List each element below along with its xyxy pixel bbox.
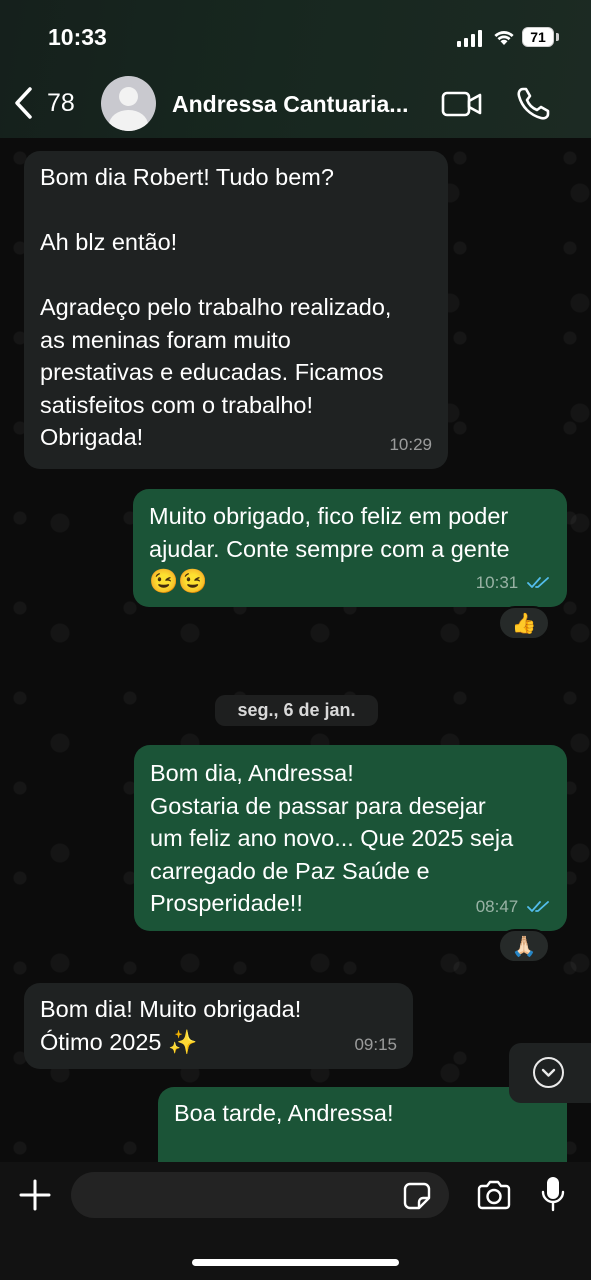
contact-name[interactable]: Andressa Cantuaria... [172, 91, 408, 118]
scroll-circle [533, 1057, 564, 1088]
microphone-icon[interactable] [541, 1175, 565, 1213]
battery-level: 71 [530, 29, 546, 45]
phone-call-icon[interactable] [515, 86, 551, 122]
message-bubble-outgoing[interactable]: Bom dia, Andressa! Gostaria de passar pa… [134, 745, 567, 931]
scroll-to-bottom-button[interactable] [509, 1043, 591, 1103]
message-text: Bom dia Robert! Tudo bem? Ah blz então! … [40, 164, 392, 450]
message-text: Bom dia! Muito obrigada! Ótimo 2025 ✨ [40, 996, 302, 1055]
message-bubble-incoming[interactable]: Bom dia Robert! Tudo bem? Ah blz então! … [24, 151, 448, 469]
date-separator: seg., 6 de jan. [215, 695, 378, 726]
reaction-badge[interactable]: 👍 [498, 606, 550, 640]
message-time-row: 08:47 [476, 891, 551, 924]
cellular-signal-icon [457, 30, 483, 47]
avatar-shoulders [109, 110, 148, 131]
message-bubble-incoming[interactable]: Bom dia! Muito obrigada! Ótimo 2025 ✨ 09… [24, 983, 413, 1069]
plus-icon[interactable] [17, 1177, 53, 1213]
reaction-badge[interactable]: 🙏🏻 [498, 929, 550, 963]
chevron-down-icon [541, 1068, 556, 1077]
message-input[interactable] [71, 1172, 449, 1218]
message-time-row: 10:31 [476, 567, 551, 600]
chat-header: 10:33 71 78 Andressa Cantuaria... [0, 0, 591, 138]
back-chevron-icon[interactable] [12, 86, 34, 120]
camera-icon[interactable] [476, 1180, 512, 1210]
avatar-head [119, 87, 138, 106]
message-bubble-outgoing[interactable]: Muito obrigado, fico feliz em poder ajud… [133, 489, 567, 607]
home-indicator [192, 1259, 399, 1266]
status-bar: 10:33 71 [0, 0, 591, 70]
video-call-icon[interactable] [441, 90, 483, 118]
message-time: 10:31 [475, 572, 519, 592]
contact-avatar[interactable] [101, 76, 156, 131]
message-text: Boa tarde, Andressa! [174, 1100, 394, 1126]
battery-icon: 71 [522, 27, 554, 47]
message-time: 10:29 [389, 434, 432, 454]
message-time: 09:15 [354, 1034, 397, 1054]
status-time: 10:33 [48, 24, 107, 50]
battery-nub [556, 33, 559, 41]
read-receipt-icon [527, 901, 549, 912]
sticker-icon[interactable] [402, 1181, 432, 1211]
read-receipt-icon [527, 577, 549, 588]
wifi-icon [494, 31, 514, 45]
unread-count[interactable]: 78 [47, 89, 75, 118]
message-time: 08:47 [475, 896, 519, 916]
